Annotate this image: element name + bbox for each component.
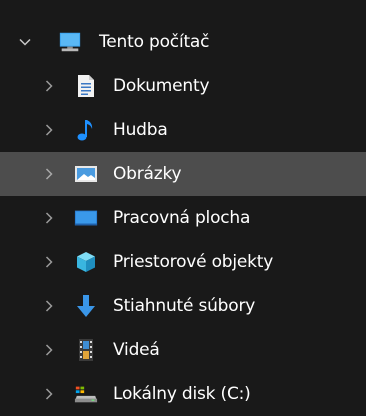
document-icon bbox=[74, 74, 98, 98]
download-arrow-icon bbox=[74, 294, 98, 318]
chevron-right-icon[interactable] bbox=[41, 78, 57, 94]
tree-item-label: Obrázky bbox=[113, 164, 182, 184]
tree-item-this-pc[interactable]: Tento počítač bbox=[0, 20, 366, 64]
tree-item-label: Pracovná plocha bbox=[113, 208, 251, 228]
3d-objects-icon bbox=[74, 250, 98, 274]
tree-item-downloads[interactable]: Stiahnuté súbory bbox=[0, 284, 366, 328]
chevron-right-icon[interactable] bbox=[41, 166, 57, 182]
video-film-icon bbox=[74, 338, 98, 362]
tree-item-pictures[interactable]: Obrázky bbox=[0, 152, 366, 196]
tree-item-label: Stiahnuté súbory bbox=[113, 296, 256, 316]
navigation-tree: Tento počítač Dokumenty Hudba Obrázky Pr… bbox=[0, 0, 366, 416]
tree-item-documents[interactable]: Dokumenty bbox=[0, 64, 366, 108]
tree-item-label: Dokumenty bbox=[113, 76, 210, 96]
tree-item-3d-objects[interactable]: Priestorové objekty bbox=[0, 240, 366, 284]
tree-item-videos[interactable]: Videá bbox=[0, 328, 366, 372]
tree-item-label: Priestorové objekty bbox=[113, 252, 274, 272]
chevron-right-icon[interactable] bbox=[41, 298, 57, 314]
computer-icon bbox=[58, 30, 82, 54]
chevron-right-icon[interactable] bbox=[41, 254, 57, 270]
tree-item-label: Hudba bbox=[113, 120, 168, 140]
local-disk-icon bbox=[74, 382, 98, 406]
chevron-right-icon[interactable] bbox=[41, 386, 57, 402]
tree-item-label: Videá bbox=[113, 340, 160, 360]
picture-icon bbox=[74, 162, 98, 186]
desktop-icon bbox=[74, 206, 98, 230]
chevron-right-icon[interactable] bbox=[41, 210, 57, 226]
chevron-down-icon[interactable] bbox=[17, 34, 33, 50]
tree-item-local-disk[interactable]: Lokálny disk (C:) bbox=[0, 372, 366, 416]
chevron-right-icon[interactable] bbox=[41, 122, 57, 138]
tree-item-desktop[interactable]: Pracovná plocha bbox=[0, 196, 366, 240]
chevron-right-icon[interactable] bbox=[41, 342, 57, 358]
tree-item-music[interactable]: Hudba bbox=[0, 108, 366, 152]
tree-item-label: Tento počítač bbox=[99, 32, 210, 52]
tree-item-label: Lokálny disk (C:) bbox=[113, 384, 251, 404]
music-note-icon bbox=[74, 118, 98, 142]
